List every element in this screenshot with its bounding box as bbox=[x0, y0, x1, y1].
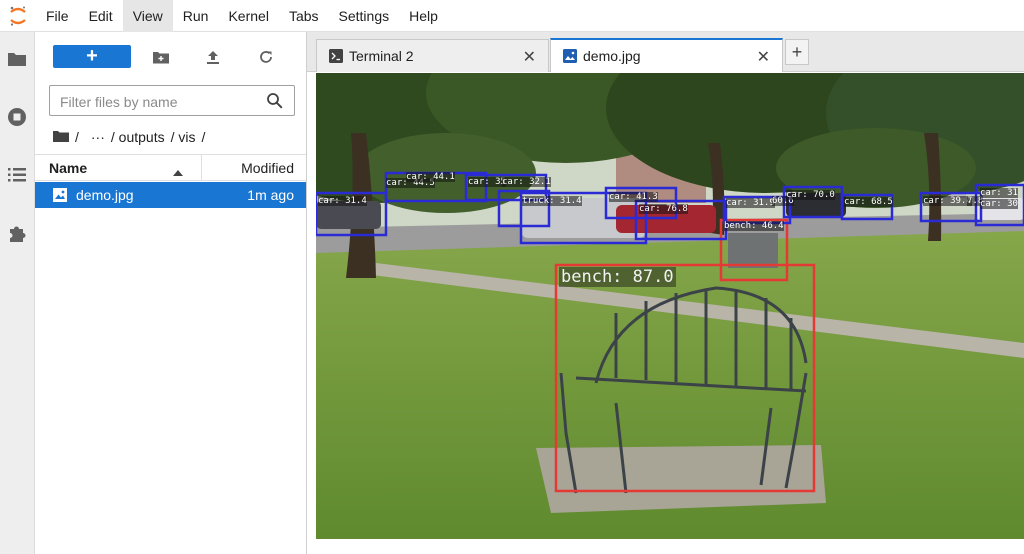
tab-demo-jpg[interactable]: demo.jpg ✕ bbox=[550, 38, 783, 72]
image-viewer-scrollbar[interactable] bbox=[316, 539, 1024, 554]
file-name: demo.jpg bbox=[76, 187, 134, 203]
close-icon[interactable]: ✕ bbox=[757, 47, 770, 67]
detection-label-car: car: 41.3 bbox=[609, 192, 658, 202]
image-viewer[interactable]: bench: 87.0 bench: 46.4 car: 31.4 car: 4… bbox=[316, 73, 1024, 539]
detection-label-bench-main: bench: 87.0 bbox=[559, 267, 676, 287]
tab-demo-jpg-label: demo.jpg bbox=[583, 48, 641, 64]
detection-label-car: car: 31.9 bbox=[726, 198, 775, 208]
tab-bar: Terminal 2 ✕ demo.jpg ✕ + bbox=[307, 32, 1024, 72]
breadcrumb: / ··· / outputs / vis / bbox=[53, 127, 211, 147]
activity-bar bbox=[0, 32, 35, 554]
detection-label-bench-small: bench: 46.4 bbox=[724, 221, 784, 231]
jupyter-logo-icon bbox=[0, 0, 36, 32]
detection-label-car: car: 31.4 bbox=[318, 196, 367, 206]
detection-image bbox=[316, 73, 1024, 539]
file-filter-box bbox=[49, 85, 295, 116]
file-filter-input[interactable] bbox=[58, 91, 262, 113]
menu-run[interactable]: Run bbox=[173, 0, 219, 32]
menu-bar: File Edit View Run Kernel Tabs Settings … bbox=[0, 0, 1024, 32]
new-launcher-button[interactable]: + bbox=[53, 45, 131, 68]
image-file-icon bbox=[52, 187, 68, 203]
file-modified: 1m ago bbox=[247, 187, 294, 203]
breadcrumb-vis[interactable]: / vis bbox=[171, 129, 196, 145]
column-modified-header[interactable]: Modified bbox=[241, 160, 294, 176]
home-folder-icon[interactable] bbox=[53, 129, 69, 145]
detection-label-car: car: 35 bbox=[468, 177, 506, 187]
toc-icon[interactable] bbox=[6, 164, 28, 186]
distant-bench bbox=[728, 233, 778, 268]
detection-label-car: car: 39.4 bbox=[923, 196, 972, 206]
search-icon[interactable] bbox=[266, 92, 284, 110]
add-tab-button[interactable]: + bbox=[785, 39, 809, 65]
file-list-header: Name Modified bbox=[35, 154, 306, 181]
menu-file[interactable]: File bbox=[36, 0, 79, 32]
menu-help[interactable]: Help bbox=[399, 0, 448, 32]
file-list-item[interactable]: demo.jpg 1m ago bbox=[35, 182, 306, 208]
tab-terminal[interactable]: Terminal 2 ✕ bbox=[316, 39, 549, 72]
main-dock-panel: Terminal 2 ✕ demo.jpg ✕ + bench: 87.0 be… bbox=[307, 32, 1024, 554]
running-icon[interactable] bbox=[6, 106, 28, 128]
detection-label-car: car: 30 bbox=[980, 199, 1018, 209]
detection-label-car: car: 32.1 bbox=[502, 177, 551, 187]
detection-label-car: car: 31 bbox=[980, 188, 1018, 198]
folder-icon[interactable] bbox=[6, 48, 28, 70]
bench-pad bbox=[536, 445, 826, 513]
upload-icon[interactable] bbox=[202, 46, 224, 68]
refresh-icon[interactable] bbox=[255, 46, 277, 68]
menu-view[interactable]: View bbox=[122, 0, 173, 32]
menu-kernel[interactable]: Kernel bbox=[218, 0, 278, 32]
extension-icon[interactable] bbox=[6, 222, 28, 244]
detection-label-car: car: 68.5 bbox=[844, 197, 893, 207]
file-browser: + / ··· / outputs / vis / Name Modified bbox=[35, 32, 307, 554]
column-divider[interactable] bbox=[201, 155, 202, 181]
breadcrumb-outputs[interactable]: / outputs bbox=[111, 129, 165, 145]
menu-tabs[interactable]: Tabs bbox=[279, 0, 329, 32]
image-icon bbox=[563, 49, 577, 63]
close-icon[interactable]: ✕ bbox=[523, 47, 536, 67]
detection-label-car: car: 44.1 bbox=[406, 172, 455, 182]
sort-ascending-icon[interactable] bbox=[173, 163, 183, 179]
breadcrumb-end: / bbox=[201, 129, 206, 145]
menu-settings[interactable]: Settings bbox=[329, 0, 400, 32]
tab-terminal-label: Terminal 2 bbox=[349, 48, 414, 64]
detection-label-car: car: 76.8 bbox=[639, 204, 688, 214]
column-name-header[interactable]: Name bbox=[49, 160, 87, 176]
menu-edit[interactable]: Edit bbox=[79, 0, 123, 32]
terminal-icon bbox=[329, 49, 343, 63]
detection-label-car: car: 70.0 bbox=[786, 190, 835, 200]
breadcrumb-root[interactable]: / bbox=[75, 129, 79, 145]
new-folder-icon[interactable] bbox=[150, 46, 172, 68]
detection-label-truck: truck: 31.4 bbox=[522, 196, 582, 206]
breadcrumb-ellipsis[interactable]: ··· bbox=[91, 129, 105, 145]
